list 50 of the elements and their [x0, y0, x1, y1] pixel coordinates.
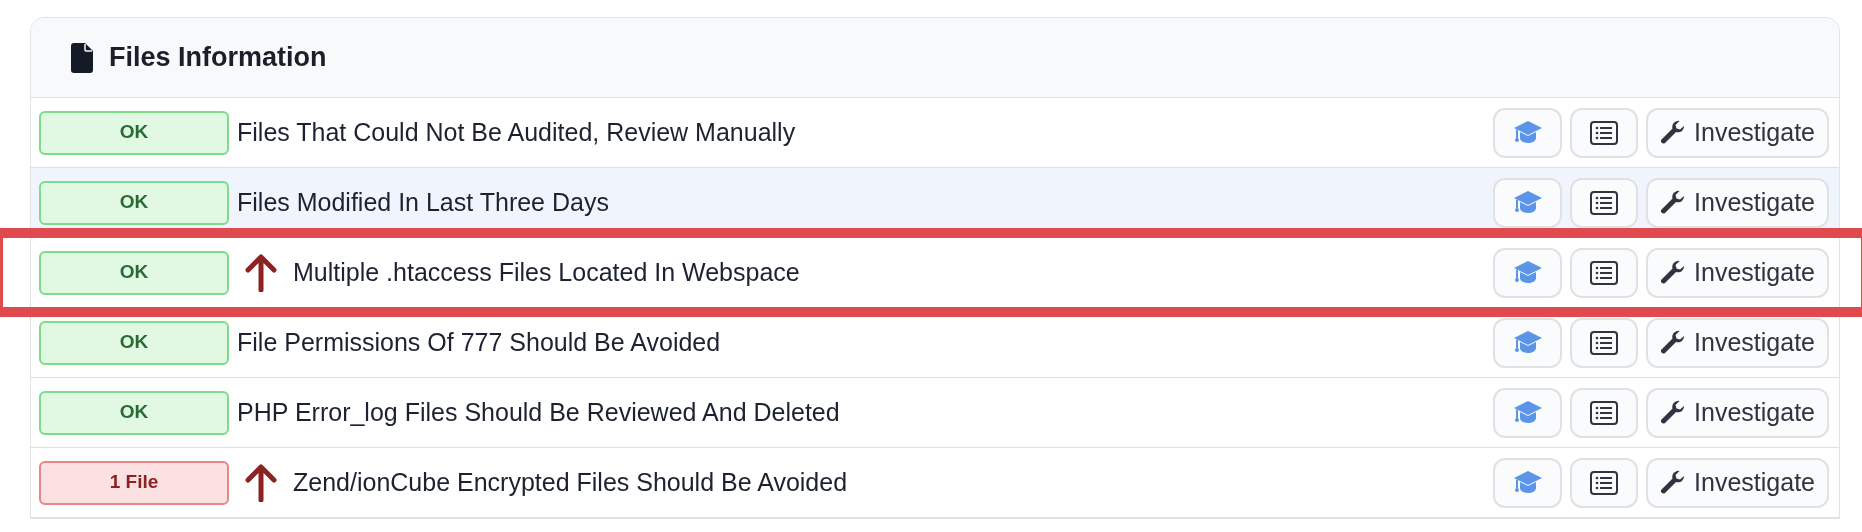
list-icon [1590, 330, 1619, 355]
wrench-icon [1660, 469, 1687, 496]
check-title: Files That Could Not Be Audited, Review Manually [237, 116, 796, 148]
investigate-button[interactable]: Investigate [1646, 107, 1829, 158]
investigate-button[interactable]: Investigate [1646, 247, 1829, 298]
list-icon [1590, 470, 1619, 495]
status-badge: OK [39, 320, 229, 365]
investigate-button[interactable]: Investigate [1646, 177, 1829, 228]
graduation-cap-icon [1512, 119, 1543, 146]
learn-button[interactable] [1493, 457, 1563, 508]
learn-button[interactable] [1493, 107, 1563, 158]
details-button[interactable] [1570, 317, 1639, 368]
details-button[interactable] [1570, 247, 1639, 298]
wrench-icon [1660, 119, 1687, 146]
wrench-icon [1660, 329, 1687, 356]
learn-button[interactable] [1493, 177, 1563, 228]
details-button[interactable] [1570, 457, 1639, 508]
investigate-button[interactable]: Investigate [1646, 387, 1829, 438]
graduation-cap-icon [1512, 329, 1543, 356]
graduation-cap-icon [1512, 469, 1543, 496]
check-title: File Permissions Of 777 Should Be Avoided [237, 326, 721, 358]
status-badge: OK [39, 180, 229, 225]
learn-button[interactable] [1493, 317, 1563, 368]
list-icon [1590, 120, 1619, 145]
status-badge: 1 File [39, 460, 229, 505]
details-button[interactable] [1570, 177, 1639, 228]
graduation-cap-icon [1512, 259, 1543, 286]
card-title: Files Information [109, 41, 327, 75]
graduation-cap-icon [1512, 399, 1543, 426]
list-icon [1590, 260, 1619, 285]
wrench-icon [1660, 259, 1687, 286]
investigate-button[interactable]: Investigate [1646, 457, 1829, 508]
wrench-icon [1660, 189, 1687, 216]
status-badge: OK [39, 390, 229, 435]
check-title: Zend/ionCube Encrypted Files Should Be Avoided [293, 466, 848, 498]
file-icon [71, 42, 93, 73]
learn-button[interactable] [1493, 247, 1563, 298]
check-title: Files Modified In Last Three Days [237, 186, 609, 218]
graduation-cap-icon [1512, 189, 1543, 216]
check-title: PHP Error_log Files Should Be Reviewed And Deleted [237, 396, 840, 428]
details-button[interactable] [1570, 387, 1639, 438]
wrench-icon [1660, 399, 1687, 426]
investigate-button[interactable]: Investigate [1646, 317, 1829, 368]
list-icon [1590, 400, 1619, 425]
details-button[interactable] [1570, 107, 1639, 158]
list-icon [1590, 190, 1619, 215]
status-badge: OK [39, 250, 229, 295]
learn-button[interactable] [1493, 387, 1563, 438]
status-badge: OK [39, 110, 229, 155]
check-title: Multiple .htaccess Files Located In Webspace [293, 256, 800, 288]
